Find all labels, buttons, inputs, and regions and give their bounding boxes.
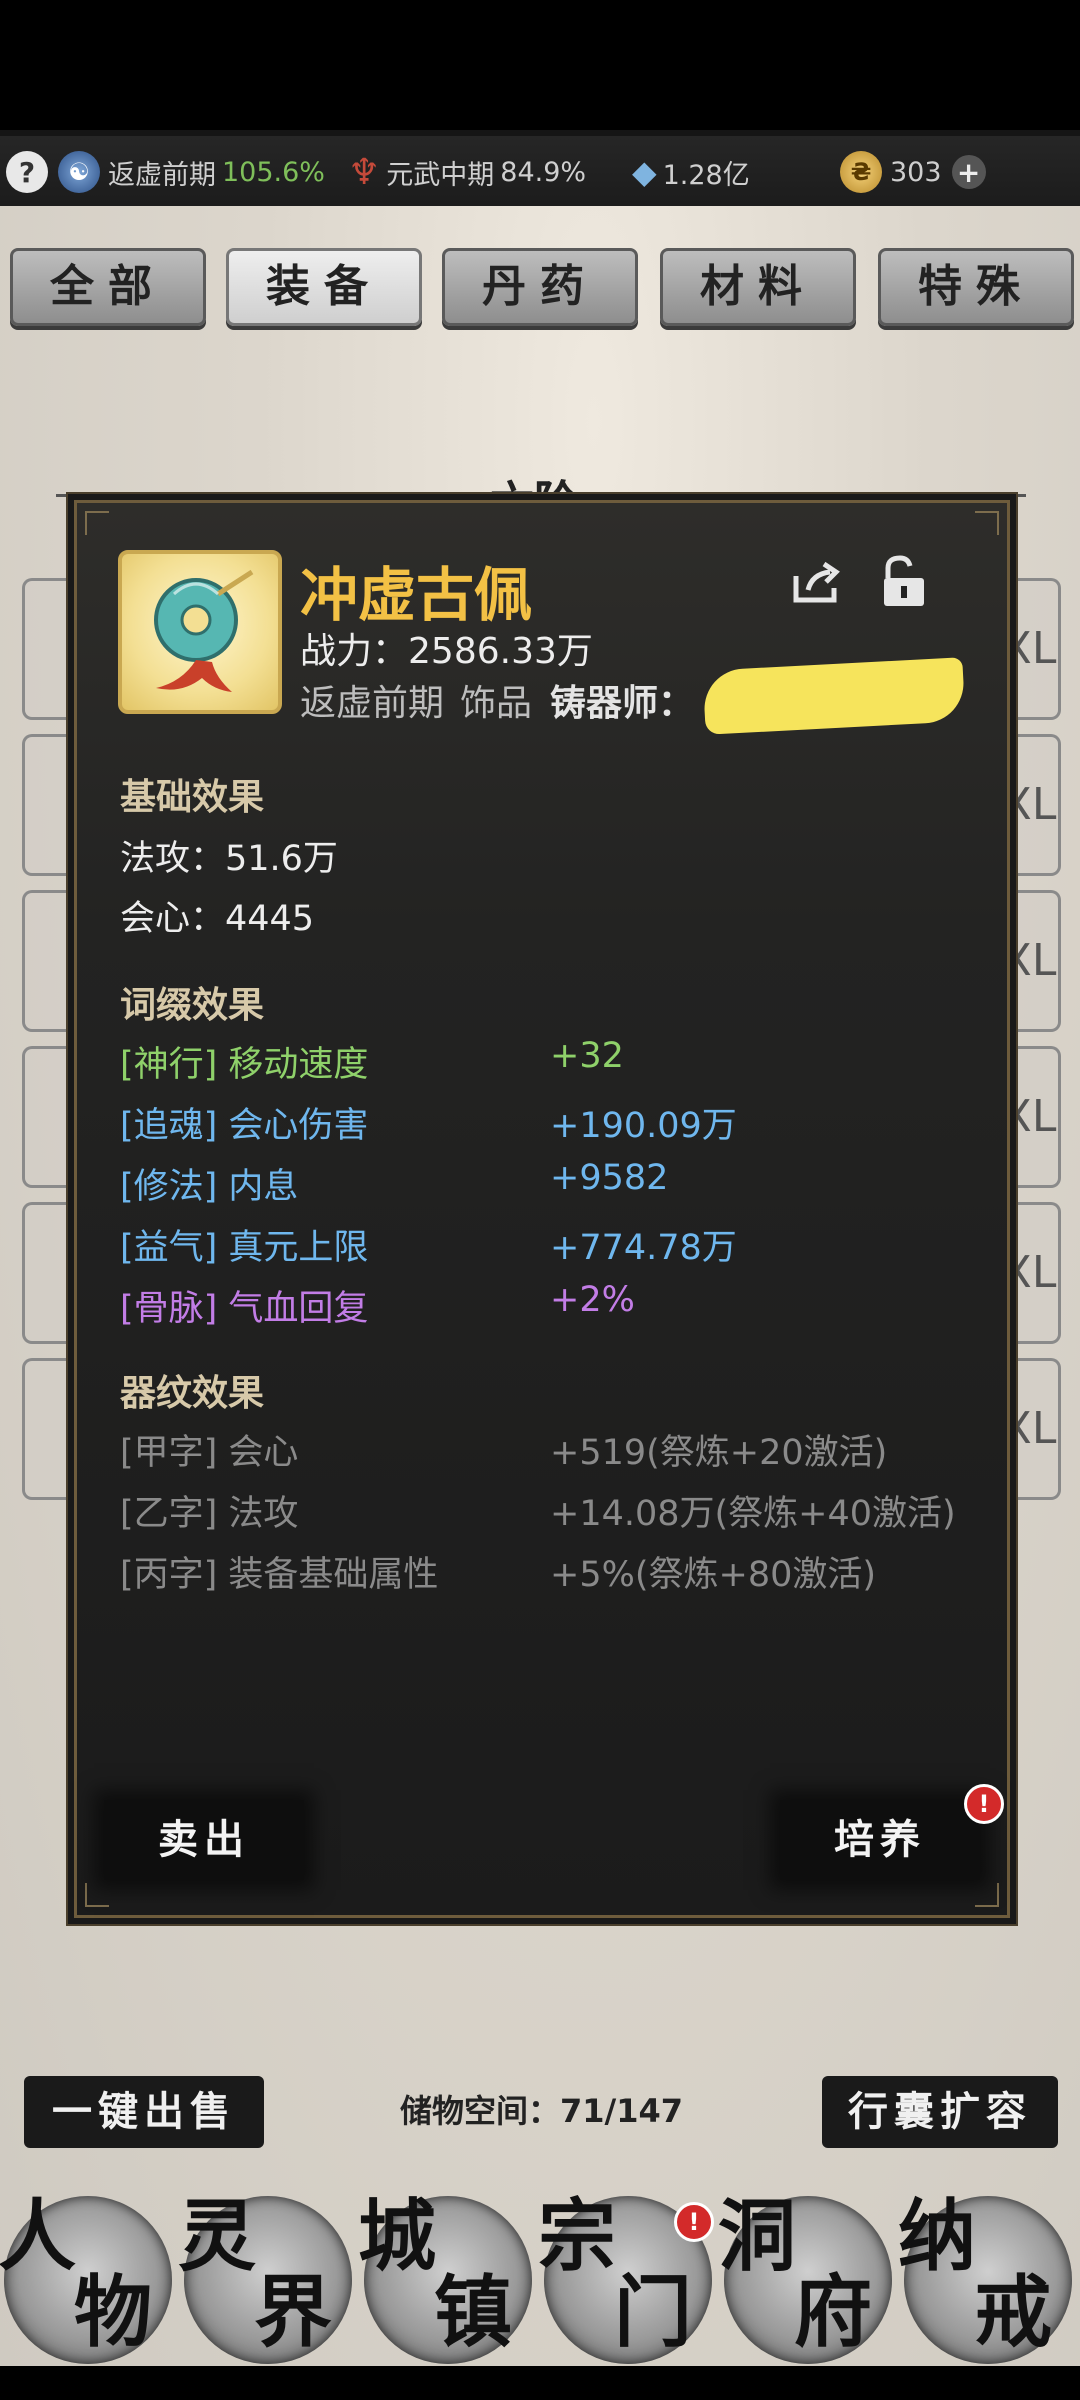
martial-progress: ♆ 元武中期 84.9% (348, 148, 586, 196)
currency-value: 303 (890, 156, 942, 188)
jade-pendant-icon (154, 569, 254, 692)
affix-effects-title: 词缀效果 (120, 985, 265, 1026)
nav-sect-alert-badge: ! (674, 2202, 714, 2242)
power-label: 战力： (300, 631, 409, 672)
item-name: 冲虚古佩 (300, 561, 533, 629)
nav-town[interactable]: 城 镇 (358, 2196, 532, 2364)
pattern-name: [甲字] 会心 (120, 1433, 299, 1473)
affix-value: +2% (550, 1280, 635, 1320)
affix-name: [修法] 内息 (120, 1167, 299, 1207)
help-icon: ? (6, 151, 48, 193)
affix-name: [神行] 移动速度 (120, 1045, 369, 1085)
nav-char-1: 人 (0, 2191, 77, 2282)
smith-label: 铸器师： (550, 683, 695, 724)
storage-capacity: 储物空间：71/147 (400, 2092, 684, 2130)
item-type: 饰品 (460, 683, 533, 724)
yin-yang-icon: ☯ (58, 151, 100, 193)
nav-ring[interactable]: 纳 戒 (898, 2196, 1072, 2364)
spirit-stones: ◆ 1.28亿 (632, 148, 750, 196)
tab-materials[interactable]: 材料 (660, 248, 856, 326)
pattern-name: [丙字] 装备基础属性 (120, 1555, 439, 1595)
pattern-name: [乙字] 法攻 (120, 1494, 299, 1534)
nav-spirit-realm[interactable]: 灵 界 (178, 2196, 352, 2364)
tab-special[interactable]: 特殊 (878, 248, 1074, 326)
stones-value: 1.28亿 (662, 159, 750, 191)
pattern-value: +5%(祭炼+80激活) (550, 1555, 877, 1595)
basic-effects-title: 基础效果 (120, 777, 265, 818)
power-value: 2586.33万 (408, 631, 593, 672)
nav-char-2: 门 (614, 2267, 693, 2358)
dialog-corner (975, 511, 999, 535)
nav-char-2: 戒 (974, 2267, 1053, 2358)
unlock-icon (884, 555, 924, 606)
affix-name: [追魂] 会心伤害 (120, 1106, 369, 1146)
item-realm: 返虚前期 (300, 683, 445, 724)
share-button[interactable] (790, 556, 842, 608)
affix-value: +774.78万 (550, 1228, 737, 1268)
share-icon (793, 561, 840, 603)
nav-character[interactable]: 人 物 (0, 2196, 172, 2364)
nav-char-1: 灵 (178, 2191, 257, 2282)
status-bar (0, 0, 1080, 120)
nav-char-2: 物 (74, 2267, 153, 2358)
basic-effect-line: 法攻：51.6万 (120, 839, 338, 879)
affix-value: +32 (550, 1036, 624, 1076)
redaction-scribble (702, 657, 966, 735)
cultivate-alert-badge: ! (964, 1784, 1004, 1824)
coin-icon: ₴ (840, 151, 882, 193)
item-meta: 返虚前期 饰品 铸器师： (300, 674, 694, 726)
martial-percent: 84.9% (500, 156, 587, 188)
nav-char-2: 府 (794, 2267, 873, 2358)
dialog-corner (975, 1883, 999, 1907)
resource-bar: ? ☯ 返虚前期 105.6% ♆ 元武中期 84.9% ◆ 1.28亿 ₴ 3… (0, 130, 1080, 212)
nav-char-1: 宗 (538, 2191, 617, 2282)
item-pendant-icon (118, 550, 282, 714)
dialog-corner (85, 511, 109, 535)
item-power: 战力：2586.33万 (300, 622, 593, 674)
affix-name: [骨脉] 气血回复 (120, 1289, 369, 1329)
martial-name: 元武中期 (386, 159, 495, 191)
realm-name: 返虚前期 (108, 159, 216, 191)
expand-bag-button[interactable]: 行囊扩容 (822, 2076, 1058, 2148)
tab-pills[interactable]: 丹药 (442, 248, 638, 326)
nav-char-2: 镇 (434, 2267, 513, 2358)
quick-sell-button[interactable]: 一键出售 (24, 2076, 264, 2148)
nav-char-1: 城 (358, 2191, 437, 2282)
tab-all[interactable]: 全部 (10, 248, 206, 326)
nav-char-1: 纳 (898, 2191, 977, 2282)
basic-effect-line: 会心：4445 (120, 899, 315, 939)
crystal-icon: ◆ (632, 153, 657, 191)
nav-char-2: 界 (254, 2267, 333, 2358)
pattern-value: +14.08万(祭炼+40激活) (550, 1494, 956, 1534)
nav-cave[interactable]: 洞 府 (718, 2196, 892, 2364)
pattern-effects-title: 器纹效果 (120, 1373, 265, 1414)
dialog-corner (85, 1883, 109, 1907)
currency: ₴ 303 + (840, 148, 994, 196)
nav-char-1: 洞 (718, 2191, 797, 2282)
lock-button[interactable] (878, 554, 930, 610)
tab-equipment[interactable]: 装备 (226, 248, 422, 326)
flame-emblem-icon: ♆ (348, 151, 381, 193)
sell-button[interactable]: 卖出 (104, 1800, 304, 1880)
plus-icon[interactable]: + (951, 155, 986, 189)
help-button[interactable]: ? (6, 148, 56, 196)
realm-percent: 105.6% (222, 156, 325, 188)
affix-value: +9582 (550, 1158, 669, 1198)
cultivate-button[interactable]: 培养 (780, 1800, 980, 1880)
affix-name: [益气] 真元上限 (120, 1228, 369, 1268)
pattern-value: +519(祭炼+20激活) (550, 1433, 888, 1473)
affix-value: +190.09万 (550, 1106, 737, 1146)
realm-progress: ☯ 返虚前期 105.6% (58, 148, 325, 196)
